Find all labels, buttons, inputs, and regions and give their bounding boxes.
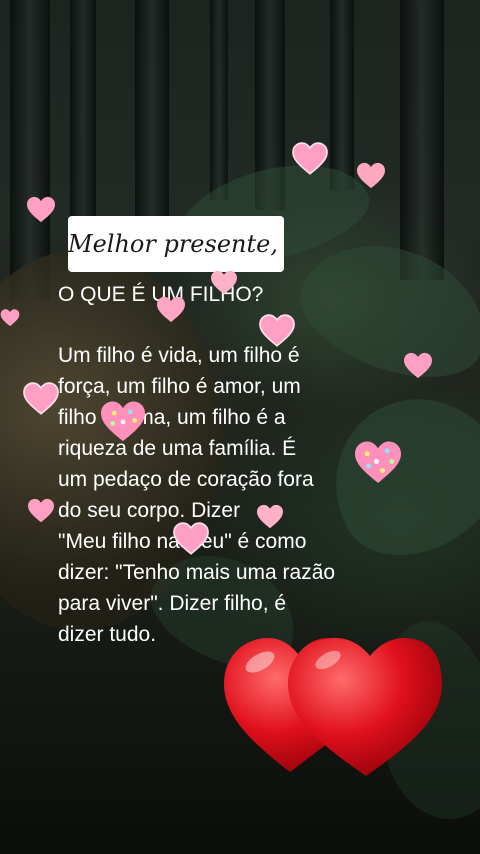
quote-text-block: O QUE É UM FILHO? Um filho é vida, um fi… [58,280,368,650]
pink-heart-sticker [357,162,385,189]
quote-line: Um filho é vida, um filho é [58,344,300,367]
pink-heart-sticker [28,498,54,523]
pink-heart-sticker [173,522,209,555]
pink-heart-sticker [23,382,59,415]
pink-heart-sticker [355,441,401,483]
quote-line: "Meu filho nasceu" é como [58,530,307,553]
pink-heart-sticker [157,296,185,323]
signature-label: Melhor presente, [68,216,284,272]
signature-text: Melhor presente, [68,230,278,258]
tree-trunk [210,0,228,200]
pink-heart-sticker [404,352,432,379]
pink-heart-sticker [259,314,295,347]
red-hearts-pair [224,638,442,776]
photo-background: Melhor presente, O QUE É UM FILHO? Um fi… [0,0,480,854]
quote-body: Um filho é vida, um filho é força, um fi… [58,340,368,650]
quote-line: do seu corpo. Dizer [58,499,241,522]
pink-heart-sticker [101,401,145,442]
pink-heart-sticker [292,142,328,175]
pink-heart-sticker [257,504,283,529]
quote-line: um pedaço de coração fora [58,468,314,491]
tree-trunk [10,0,50,300]
quote-line: dizer: "Tenho mais uma razão [58,561,336,584]
quote-line: força, um filho é amor, um [58,375,301,398]
tree-trunk [330,0,354,190]
tree-trunk [400,0,444,280]
tree-trunk [135,0,169,230]
pink-heart-sticker [27,196,55,223]
pink-heart-sticker [211,270,237,295]
pink-heart-sticker [0,309,20,327]
